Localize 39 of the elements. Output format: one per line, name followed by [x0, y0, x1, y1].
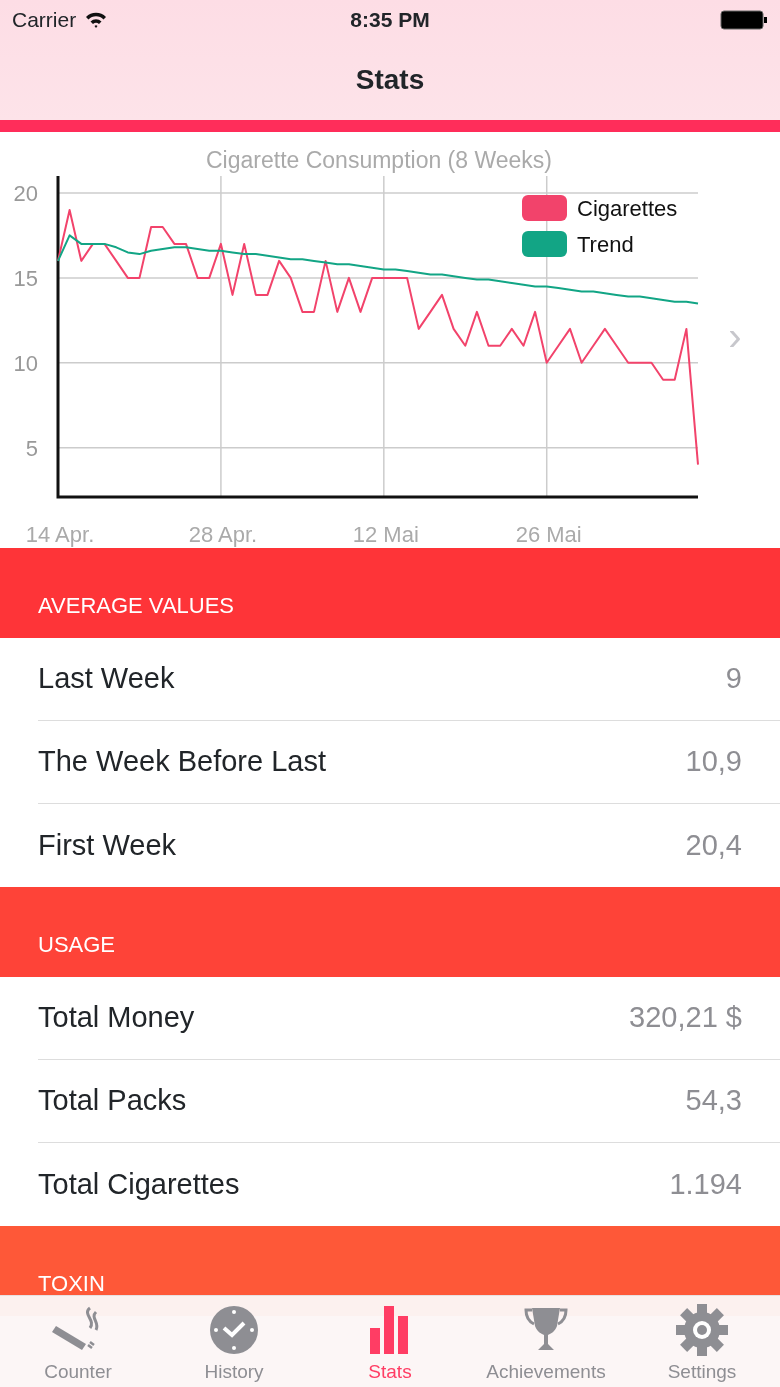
tab-item[interactable]: Counter [0, 1296, 156, 1387]
row-label: First Week [38, 827, 177, 863]
x-axis-label: 28 Apr. [188, 522, 258, 547]
row-value: 320,21 $ [629, 1000, 742, 1036]
tab-item[interactable]: Stats [312, 1296, 468, 1387]
clock-time: 8:35 PM [350, 7, 430, 34]
chart-title: Cigarette Consumption (8 Weeks) [206, 147, 552, 173]
next-arrow[interactable]: › [728, 314, 742, 358]
legend-label: Cigarettes [577, 196, 678, 221]
row-value: 1.194 [669, 1166, 742, 1202]
y-axis-label: 10 [13, 350, 38, 376]
wifi-icon [84, 11, 109, 29]
row-label: The Week Before Last [38, 744, 326, 780]
tab-item[interactable]: History [156, 1296, 312, 1387]
row-value: 10,9 [685, 744, 742, 780]
x-axis-label: 14 Apr. [25, 522, 95, 547]
row-label: Total Packs [38, 1083, 187, 1119]
screen-title: Stats [355, 63, 425, 97]
section-title: AVERAGE VALUES [38, 592, 235, 620]
battery-icon [720, 10, 768, 30]
row-value: 20,4 [685, 827, 742, 863]
legend-label: Trend [577, 232, 634, 257]
row-label: Last Week [38, 661, 175, 697]
x-axis-label: 12 Mai [352, 522, 419, 547]
x-axis-label: 26 Mai [515, 522, 582, 547]
row-label: Total Money [38, 1000, 195, 1036]
tab-item[interactable]: Settings [624, 1296, 780, 1387]
y-axis-label: 20 [13, 181, 38, 206]
row-value: 54,3 [685, 1083, 742, 1119]
settings-icon [676, 1304, 728, 1356]
row-label: Total Cigarettes [38, 1166, 240, 1202]
section-title: USAGE [38, 931, 116, 959]
carrier-name: Carrier [12, 7, 77, 34]
section-title: TOXIN [38, 1270, 105, 1298]
tab-item[interactable]: Achievements [468, 1296, 624, 1387]
y-axis-label: 15 [13, 265, 38, 291]
row-value: 9 [725, 661, 742, 697]
clock-icon [208, 1304, 260, 1356]
y-axis-label: 5 [25, 435, 38, 461]
